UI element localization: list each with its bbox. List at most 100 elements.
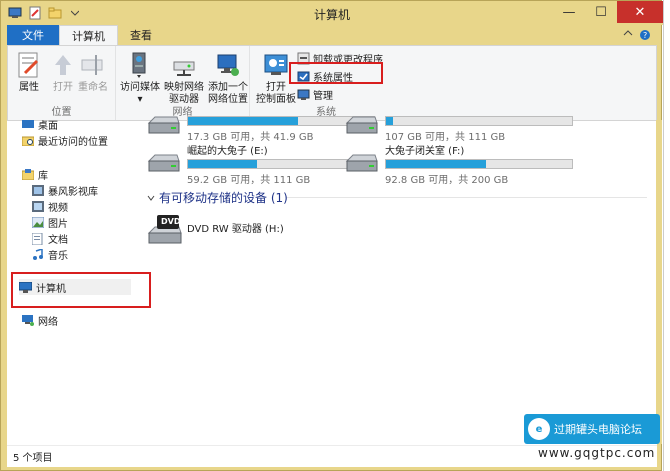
hard-drive-icon [345, 153, 379, 181]
nav-item-pictures[interactable]: 图片 [31, 215, 68, 230]
nav-label-libraries: 库 [38, 171, 48, 182]
drive-size: 92.8 GB 可用，共 200 GB [385, 175, 509, 186]
rename-button[interactable]: 重命名 [78, 50, 108, 94]
section-divider [287, 197, 647, 198]
network-drive-icon [169, 50, 199, 80]
hard-drive-icon [147, 115, 181, 143]
dvd-drive-name: DVD RW 驱动器 (H:) [187, 224, 284, 235]
drive-usage-fill [188, 117, 298, 125]
tab-view[interactable]: 查看 [118, 25, 164, 45]
properties-icon [14, 50, 44, 80]
drive-size: 107 GB 可用，共 111 GB [385, 132, 506, 143]
manage-label: 管理 [313, 91, 333, 102]
nav-label-desktop: 桌面 [38, 121, 58, 132]
desktop-icon [21, 119, 34, 131]
watermark-text: 过期罐头电脑论坛 [554, 423, 642, 436]
ribbon-tools: ? [623, 29, 651, 44]
hard-drive-icon [147, 153, 181, 181]
window-controls: — ☐ ✕ [553, 1, 663, 23]
removable-section-header[interactable]: 有可移动存储的设备 (1) [147, 189, 288, 206]
nav-label-storm: 暴风影视库 [48, 187, 98, 198]
pictures-icon [31, 217, 44, 229]
drive-usage-bar [385, 116, 573, 126]
collapse-ribbon-icon[interactable] [623, 29, 633, 44]
watermark-url: www.gqgtpc.com [538, 446, 656, 460]
properties-label: 属性 [19, 82, 39, 93]
watermark: e 过期罐头电脑论坛 www.gqgtpc.com [524, 414, 660, 470]
nav-item-network[interactable]: 网络 [21, 313, 58, 328]
add-network-location-button[interactable]: 添加一个 网络位置 [208, 50, 248, 106]
nav-item-videos[interactable]: 视频 [31, 199, 68, 214]
location-group-label: 位置 [51, 107, 72, 118]
svg-text:?: ? [643, 31, 647, 40]
media-server-icon [125, 50, 155, 80]
drives-view: 17.3 GB 可用，共 41.9 GB 107 GB 可用，共 111 GB [137, 116, 657, 445]
watermark-logo: e [528, 418, 550, 440]
open-icon [48, 50, 78, 80]
system-properties-highlight [289, 62, 383, 84]
nav-label-documents: 文档 [48, 235, 68, 246]
nav-label-recent: 最近访问的位置 [38, 137, 108, 148]
nav-item-recent[interactable]: 最近访问的位置 [21, 133, 108, 148]
nav-label-pictures: 图片 [48, 219, 68, 230]
manage-icon [296, 88, 310, 102]
watermark-badge: e 过期罐头电脑论坛 [524, 414, 660, 444]
scrollbar[interactable] [656, 120, 662, 444]
ribbon-tabs: 文件 计算机 查看 [7, 25, 657, 45]
tab-computer[interactable]: 计算机 [59, 25, 118, 45]
rename-icon [78, 50, 108, 80]
properties-button[interactable]: 属性 [14, 50, 44, 94]
drive-usage-bar [385, 159, 573, 169]
drive-item[interactable]: 107 GB 可用，共 111 GB [345, 115, 577, 143]
dvd-logo-label: DVD [161, 217, 181, 226]
nav-label-music: 音乐 [48, 251, 68, 262]
nav-item-music[interactable]: 音乐 [31, 247, 68, 262]
control-panel-icon [261, 50, 291, 80]
rename-label: 重命名 [78, 82, 108, 93]
map-network-drive-button[interactable]: 映射网络 驱动器 [164, 50, 204, 106]
documents-icon [31, 232, 44, 245]
dvd-drive-icon: DVD [147, 213, 182, 247]
nav-label-network: 网络 [38, 317, 58, 328]
nav-item-libraries[interactable]: 库 [21, 167, 48, 182]
open-button[interactable]: 打开 [48, 50, 78, 94]
title-bar: 计算机 — ☐ ✕ [1, 1, 663, 25]
hard-drive-icon [345, 115, 379, 143]
nav-label-videos: 视频 [48, 203, 68, 214]
access-media-button[interactable]: 访问媒体 ▾ [120, 50, 160, 106]
maximize-button[interactable]: ☐ [585, 1, 617, 23]
drive-usage-fill [386, 160, 487, 168]
tab-file[interactable]: 文件 [7, 25, 59, 45]
access-media-label: 访问媒体 [120, 82, 160, 93]
computer-highlight [11, 272, 151, 308]
storm-library-icon [31, 185, 44, 197]
drive-name: 大兔子闭关室 (F:) [385, 146, 465, 157]
libraries-icon [21, 169, 34, 181]
manage-button[interactable]: 管理 [296, 86, 333, 103]
nav-item-documents[interactable]: 文档 [31, 231, 68, 246]
control-panel-label-1: 打开 [266, 82, 286, 93]
map-drive-label-1: 映射网络 [164, 82, 204, 93]
videos-icon [31, 201, 44, 213]
add-network-location-icon [213, 50, 243, 80]
add-location-label-1: 添加一个 [208, 82, 248, 93]
chevron-down-icon [147, 191, 155, 205]
music-icon [31, 248, 44, 261]
network-icon [21, 315, 34, 327]
drive-usage-fill [188, 160, 257, 168]
network-group: 访问媒体 ▾ 映射网络 驱动器 添加一个 网络位置 网络 [116, 46, 250, 120]
background-window-edge [663, 0, 670, 471]
removable-section-title: 有可移动存储的设备 (1) [159, 191, 288, 205]
nav-item-desktop[interactable]: 桌面 [21, 117, 58, 132]
close-button[interactable]: ✕ [617, 1, 663, 23]
recent-places-icon [21, 135, 34, 147]
drive-item[interactable]: 大兔子闭关室 (F:) 92.8 GB 可用，共 200 GB [345, 145, 577, 186]
open-label: 打开 [53, 82, 73, 93]
item-count: 5 个项目 [13, 453, 53, 464]
help-icon[interactable]: ? [639, 29, 651, 44]
nav-item-storm-library[interactable]: 暴风影视库 [31, 183, 98, 198]
dvd-drive-item[interactable]: DVD DVD RW 驱动器 (H:) [147, 213, 379, 247]
location-group: 属性 打开 重命名 位置 [8, 46, 116, 120]
drive-usage-fill [386, 117, 394, 125]
minimize-button[interactable]: — [553, 1, 585, 23]
